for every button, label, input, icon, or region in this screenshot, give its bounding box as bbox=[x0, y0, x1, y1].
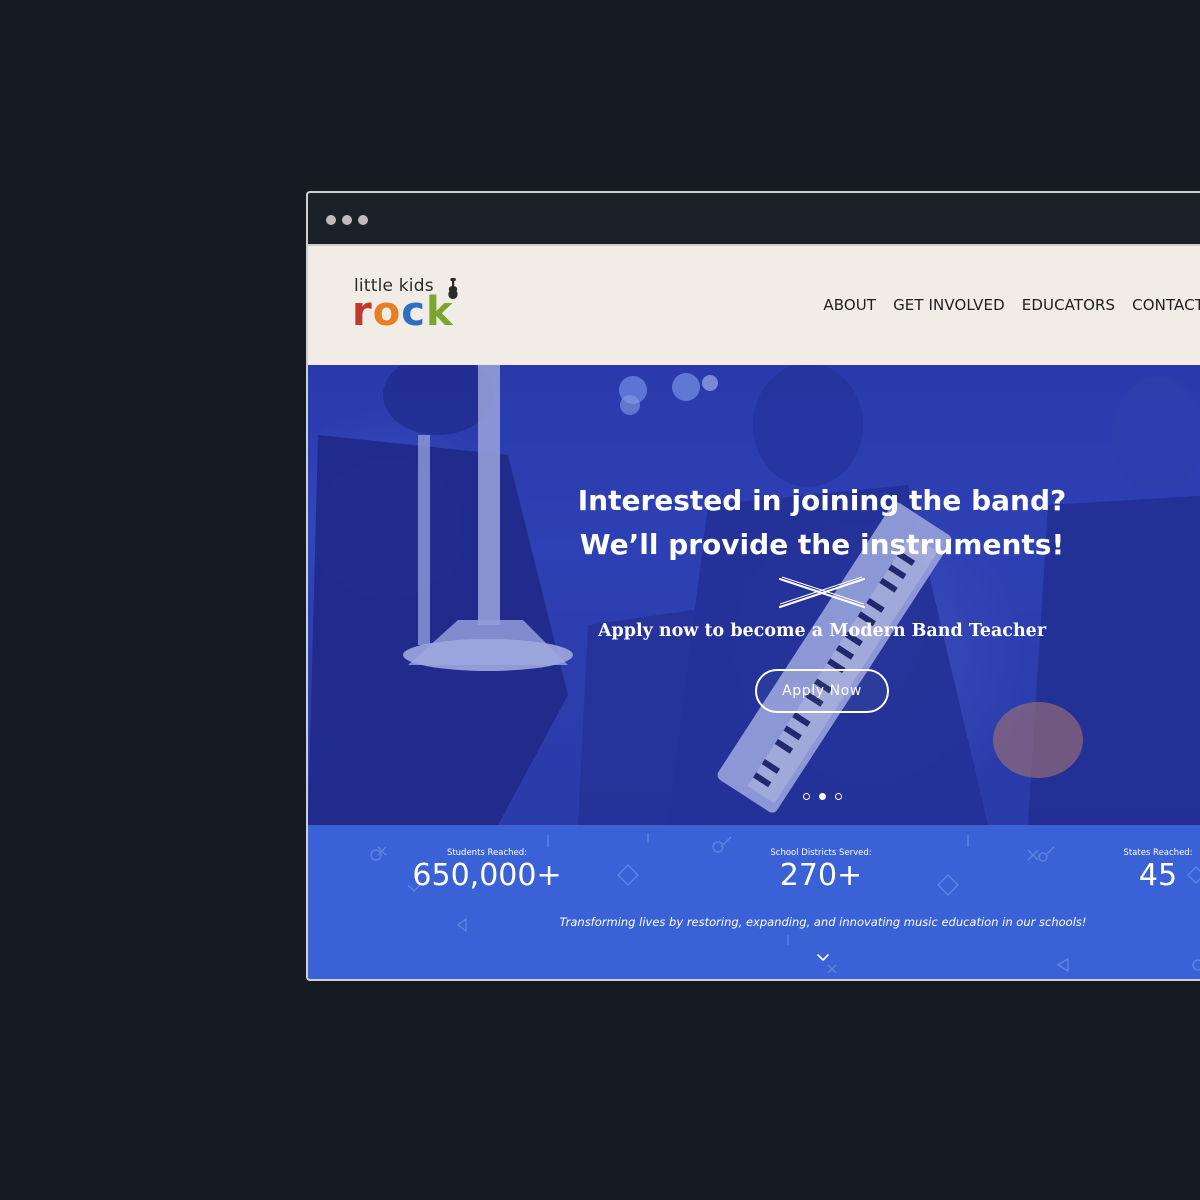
nav-about[interactable]: ABOUT bbox=[823, 296, 876, 314]
nav-get-involved[interactable]: GET INVOLVED bbox=[893, 296, 1005, 314]
logo-letter: c bbox=[401, 289, 426, 335]
site-logo[interactable]: little kids rock bbox=[352, 276, 472, 336]
window-controls bbox=[326, 215, 368, 225]
nav-educators[interactable]: EDUCATORS bbox=[1022, 296, 1115, 314]
carousel-dot[interactable] bbox=[835, 793, 842, 800]
carousel-dot-active[interactable] bbox=[819, 793, 826, 800]
stat-districts: School Districts Served: 270+ bbox=[751, 848, 891, 892]
window-dot[interactable] bbox=[326, 215, 336, 225]
nav-contact[interactable]: CONTACT bbox=[1132, 296, 1200, 314]
stat-label: States Reached: bbox=[1123, 848, 1193, 858]
hero-carousel: Interested in joining the band? We’ll pr… bbox=[308, 365, 1200, 825]
stats-tagline: Transforming lives by restoring, expandi… bbox=[559, 915, 1087, 929]
carousel-dot[interactable] bbox=[803, 793, 810, 800]
site-header: little kids rock ABOUT GET INVOLVED EDUC… bbox=[308, 246, 1200, 365]
stats-section: Students Reached: 650,000+ School Distri… bbox=[308, 825, 1200, 979]
drumsticks-icon bbox=[778, 576, 866, 609]
hero-title: Interested in joining the band? We’ll pr… bbox=[572, 479, 1072, 567]
chevron-down-icon[interactable] bbox=[816, 953, 830, 963]
carousel-pagination bbox=[803, 793, 842, 800]
stat-value: 650,000+ bbox=[412, 858, 562, 893]
window-dot[interactable] bbox=[358, 215, 368, 225]
web-page: little kids rock ABOUT GET INVOLVED EDUC… bbox=[308, 244, 1200, 979]
stat-states: States Reached: 45 bbox=[1108, 848, 1200, 892]
logo-text-rock: rock bbox=[352, 290, 454, 334]
stat-students: Students Reached: 650,000+ bbox=[402, 848, 572, 892]
stat-label: Students Reached: bbox=[446, 848, 528, 858]
hero-title-line1: Interested in joining the band? bbox=[577, 484, 1067, 517]
main-nav: ABOUT GET INVOLVED EDUCATORS CONTACT bbox=[823, 296, 1200, 314]
logo-letter: k bbox=[425, 289, 454, 335]
hero-content: Interested in joining the band? We’ll pr… bbox=[572, 479, 1072, 713]
window-dot[interactable] bbox=[342, 215, 352, 225]
apply-now-button[interactable]: Apply Now bbox=[755, 669, 889, 713]
stat-value: 45 bbox=[1138, 858, 1178, 893]
stat-value: 270+ bbox=[779, 858, 863, 893]
logo-letter: r bbox=[352, 289, 373, 335]
browser-window: little kids rock ABOUT GET INVOLVED EDUC… bbox=[306, 191, 1200, 981]
hero-title-line2: We’ll provide the instruments! bbox=[579, 528, 1065, 561]
hero-subtitle: Apply now to become a Modern Band Teache… bbox=[597, 621, 1047, 641]
stat-label: School Districts Served: bbox=[770, 848, 872, 858]
logo-letter: o bbox=[372, 289, 402, 335]
